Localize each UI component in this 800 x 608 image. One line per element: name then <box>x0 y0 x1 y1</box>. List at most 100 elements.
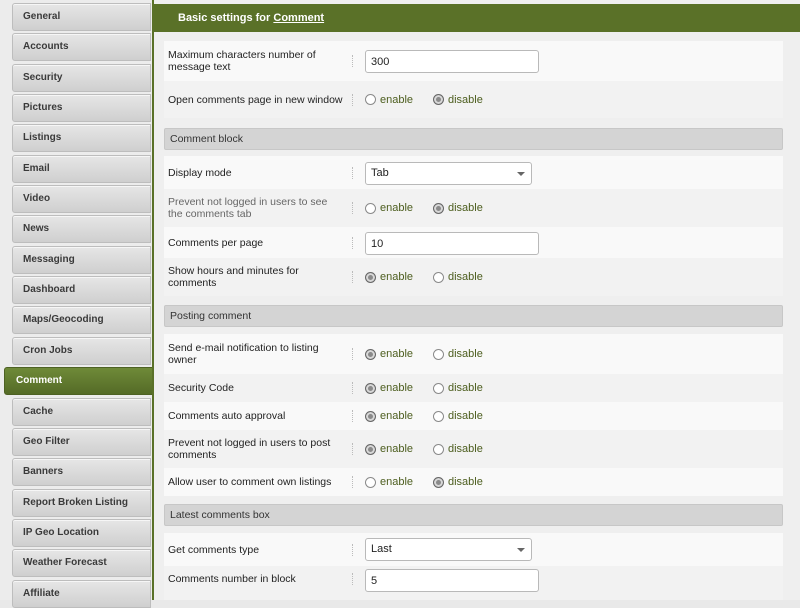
setting-label: Prevent not logged in users to post comm… <box>168 437 331 461</box>
get-type-select[interactable]: Last <box>365 538 532 561</box>
select-value: Last <box>371 543 392 555</box>
radio-unchecked-icon <box>433 443 444 455</box>
open-new-window-disable-radio[interactable]: disable <box>433 93 483 107</box>
allow-own-disable-radio[interactable]: disable <box>433 475 483 489</box>
divider <box>352 166 353 179</box>
sidebar-item-ip-geo-location[interactable]: IP Geo Location <box>12 519 151 547</box>
divider <box>352 55 353 67</box>
setting-row-prevent-not-logged-see: Prevent not logged in users to see the c… <box>164 189 783 227</box>
setting-label: Prevent not logged in users to see the c… <box>168 196 328 220</box>
setting-label: Security Code <box>168 382 234 394</box>
sidebar-item-geo-filter[interactable]: Geo Filter <box>12 428 151 456</box>
setting-label: Display mode <box>168 166 232 179</box>
divider <box>352 348 353 360</box>
divider <box>352 271 353 283</box>
radio-checked-icon <box>365 382 376 394</box>
sidebar-item-email[interactable]: Email <box>12 155 151 183</box>
sidebar-item-pictures[interactable]: Pictures <box>12 94 151 122</box>
sidebar-item-general[interactable]: General <box>12 3 151 31</box>
radio-unchecked-icon <box>365 476 376 488</box>
security-code-enable-radio[interactable]: enable <box>365 381 413 395</box>
setting-label: Comments number in block <box>168 573 296 585</box>
setting-label: Get comments type <box>168 543 260 556</box>
radio-unchecked-icon <box>365 94 376 105</box>
radio-checked-icon <box>433 202 444 214</box>
setting-label: Maximum characters number of message tex… <box>168 49 316 73</box>
section-latest-comments-box: Latest comments box <box>164 504 783 526</box>
radio-unchecked-icon <box>433 410 444 422</box>
sidebar-item-report-broken-listing[interactable]: Report Broken Listing <box>12 489 151 517</box>
sidebar-item-cron-jobs[interactable]: Cron Jobs <box>12 337 151 365</box>
divider <box>352 443 353 455</box>
chevron-down-icon <box>517 172 525 176</box>
divider <box>352 382 353 394</box>
sidebar-item-listings[interactable]: Listings <box>12 124 151 152</box>
radio-checked-icon <box>365 271 376 283</box>
sidebar-item-messaging[interactable]: Messaging <box>12 246 151 274</box>
chevron-down-icon <box>517 548 525 552</box>
radio-unchecked-icon <box>433 382 444 394</box>
setting-label: Comments per page <box>168 236 264 249</box>
auto-approval-enable-radio[interactable]: enable <box>365 409 413 423</box>
allow-own-enable-radio[interactable]: enable <box>365 475 413 489</box>
number-in-block-input[interactable] <box>365 569 539 592</box>
radio-checked-icon <box>365 348 376 360</box>
setting-row-display-mode: Display mode Tab <box>164 156 783 189</box>
select-value: Tab <box>371 167 389 179</box>
header-title: Basic settings for <box>178 12 271 24</box>
email-notification-disable-radio[interactable]: disable <box>433 347 483 361</box>
sidebar-item-security[interactable]: Security <box>12 64 151 92</box>
security-code-disable-radio[interactable]: disable <box>433 381 483 395</box>
divider <box>352 476 353 488</box>
prevent-see-enable-radio[interactable]: enable <box>365 201 413 215</box>
section-posting-comment: Posting comment <box>164 305 783 327</box>
divider <box>352 410 353 422</box>
setting-row-auto-approval: Comments auto approval enable disable <box>164 402 783 430</box>
setting-row-max-chars: Maximum characters number of message tex… <box>164 41 783 81</box>
max-chars-input[interactable] <box>365 50 539 73</box>
header-comment-link[interactable]: Comment <box>273 12 324 24</box>
per-page-input[interactable] <box>365 232 539 255</box>
setting-row-email-notification: Send e-mail notification to listing owne… <box>164 334 783 374</box>
radio-unchecked-icon <box>365 202 376 214</box>
setting-row-allow-own: Allow user to comment own listings enabl… <box>164 468 783 496</box>
sidebar-item-affiliate[interactable]: Affiliate <box>12 580 151 608</box>
sidebar-item-maps-geocoding[interactable]: Maps/Geocoding <box>12 306 151 334</box>
sidebar-item-video[interactable]: Video <box>12 185 151 213</box>
setting-label: Allow user to comment own listings <box>168 476 332 488</box>
setting-row-get-type: Get comments type Last <box>164 533 783 566</box>
setting-label: Send e-mail notification to listing owne… <box>168 342 319 366</box>
sidebar-item-news[interactable]: News <box>12 215 151 243</box>
auto-approval-disable-radio[interactable]: disable <box>433 409 483 423</box>
divider <box>352 93 353 106</box>
divider <box>352 573 353 585</box>
setting-row-per-page: Comments per page <box>164 227 783 258</box>
show-hours-enable-radio[interactable]: enable <box>365 270 413 284</box>
radio-checked-icon <box>365 443 376 455</box>
open-new-window-enable-radio[interactable]: enable <box>365 93 413 107</box>
sidebar-item-accounts[interactable]: Accounts <box>12 33 151 61</box>
radio-checked-icon <box>365 410 376 422</box>
sidebar-item-weather-forecast[interactable]: Weather Forecast <box>12 549 151 577</box>
setting-label: Open comments page in new window <box>168 93 343 106</box>
sidebar-item-cache[interactable]: Cache <box>12 398 151 426</box>
display-mode-select[interactable]: Tab <box>365 162 532 185</box>
prevent-post-enable-radio[interactable]: enable <box>365 442 413 456</box>
setting-row-prevent-not-logged-post: Prevent not logged in users to post comm… <box>164 430 783 468</box>
section-comment-block: Comment block <box>164 128 783 150</box>
radio-checked-icon <box>433 94 444 105</box>
radio-unchecked-icon <box>433 271 444 283</box>
setting-row-number-in-block: Comments number in block <box>164 566 783 600</box>
radio-checked-icon <box>433 476 444 488</box>
prevent-see-disable-radio[interactable]: disable <box>433 201 483 215</box>
prevent-post-disable-radio[interactable]: disable <box>433 442 483 456</box>
sidebar-item-dashboard[interactable]: Dashboard <box>12 276 151 304</box>
setting-row-open-new-window: Open comments page in new window enable … <box>164 81 783 118</box>
show-hours-disable-radio[interactable]: disable <box>433 270 483 284</box>
settings-panel: Basic settings for Comment Maximum chara… <box>152 0 800 600</box>
setting-row-security-code: Security Code enable disable <box>164 374 783 402</box>
sidebar-item-banners[interactable]: Banners <box>12 458 151 486</box>
settings-sidebar: General Accounts Security Pictures Listi… <box>0 0 154 608</box>
email-notification-enable-radio[interactable]: enable <box>365 347 413 361</box>
sidebar-item-comment[interactable]: Comment <box>4 367 154 395</box>
